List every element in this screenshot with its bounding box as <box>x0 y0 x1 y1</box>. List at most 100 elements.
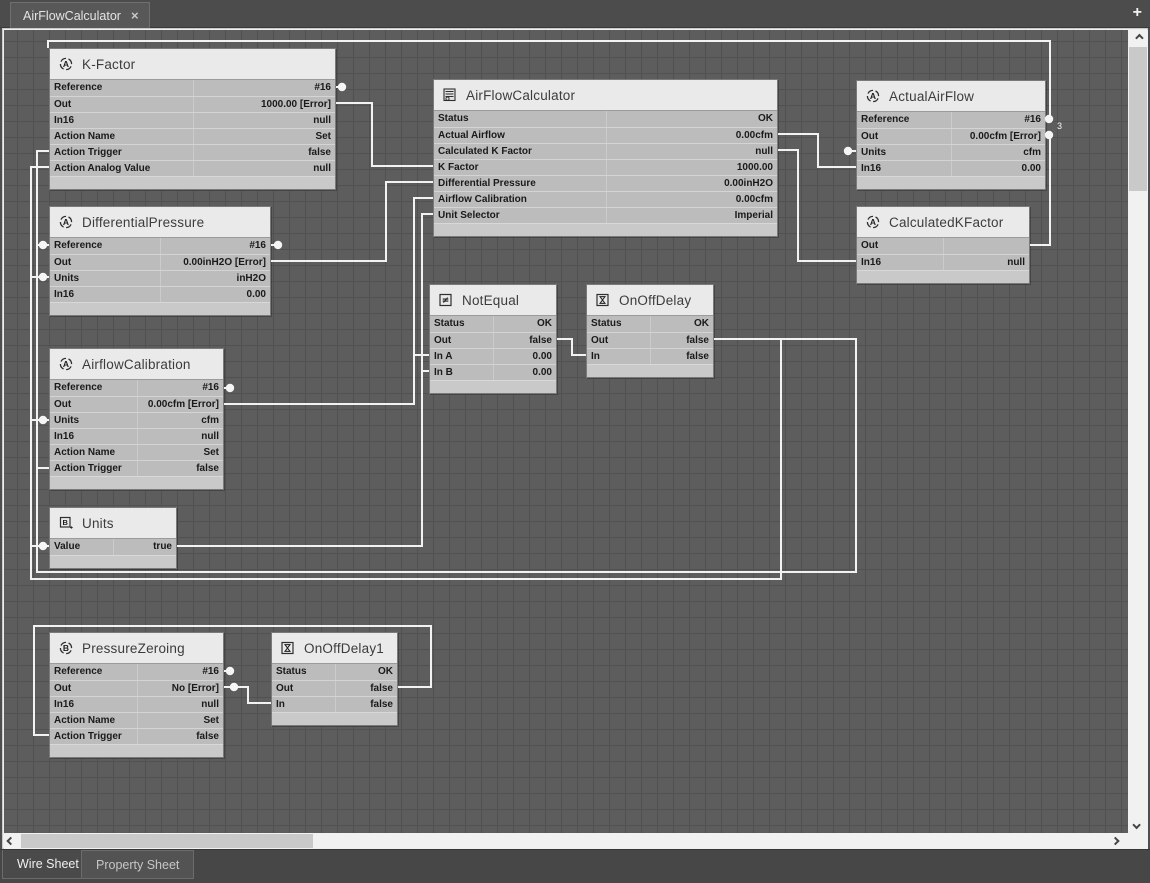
wiresheet-canvas[interactable]: AK-FactorReference#16Out1000.00 [Error]I… <box>4 30 1128 833</box>
scroll-left-button[interactable] <box>4 833 20 849</box>
block-row-airflow-calibration-out[interactable]: Out0.00cfm [Error] <box>50 396 223 412</box>
block-header-airflow-calibration[interactable]: AAirflowCalibration <box>50 349 223 380</box>
wiresheet-block-pressure-zeroing[interactable]: BPressureZeroingReference#16OutNo [Error… <box>49 632 224 758</box>
block-row-k-factor-reference[interactable]: Reference#16 <box>50 80 335 96</box>
wire-diffpressure-out-to-input[interactable] <box>271 182 433 261</box>
block-row-actual-air-flow-units[interactable]: Unitscfm <box>857 144 1045 160</box>
block-row-units-value[interactable]: Valuetrue <box>50 539 176 555</box>
block-row-actual-air-flow-out[interactable]: Out0.00cfm [Error] <box>857 128 1045 144</box>
block-row-on-off-delay1-out[interactable]: Outfalse <box>272 680 397 696</box>
block-row-pressure-zeroing-action-name[interactable]: Action NameSet <box>50 712 223 728</box>
vertical-scroll-thumb[interactable] <box>1129 47 1147 191</box>
row-name: Value <box>50 539 80 555</box>
vertical-scrollbar[interactable] <box>1128 30 1148 833</box>
row-value: OK <box>758 111 777 127</box>
block-row-differential-pressure-in16[interactable]: In160.00 <box>50 286 270 302</box>
chevron-up-icon <box>1135 34 1143 42</box>
horizontal-scroll-thumb[interactable] <box>21 834 313 848</box>
row-name: In16 <box>857 161 881 176</box>
block-row-k-factor-action-name[interactable]: Action NameSet <box>50 128 335 144</box>
block-row-not-equal-status[interactable]: StatusOK <box>430 316 556 332</box>
block-header-airflow-calculator[interactable]: AirFlowCalculator <box>434 80 777 111</box>
block-row-airflow-calculator-calculated-k-factor[interactable]: Calculated K Factornull <box>434 143 777 159</box>
block-row-airflow-calculator-actual-airflow[interactable]: Actual Airflow0.00cfm <box>434 127 777 143</box>
block-header-actual-air-flow[interactable]: AActualAirFlow <box>857 81 1045 112</box>
block-header-k-factor[interactable]: AK-Factor <box>50 49 335 80</box>
row-value: false <box>308 145 335 160</box>
block-header-calculated-k-factor[interactable]: ACalculatedKFactor <box>857 207 1029 238</box>
wire-kfactor-out-to-kfactor-input[interactable] <box>336 103 433 166</box>
wiresheet-block-airflow-calibration[interactable]: AAirflowCalibrationReference#16Out0.00cf… <box>49 348 224 490</box>
block-row-differential-pressure-reference[interactable]: Reference#16 <box>50 238 270 254</box>
block-row-pressure-zeroing-reference[interactable]: Reference#16 <box>50 664 223 680</box>
block-row-not-equal-in-b[interactable]: In B0.00 <box>430 364 556 380</box>
block-footer <box>587 364 713 377</box>
block-row-calculated-k-factor-in16[interactable]: In16null <box>857 254 1029 270</box>
block-row-airflow-calculator-status[interactable]: StatusOK <box>434 111 777 127</box>
row-value: null <box>201 697 223 712</box>
tab-property-sheet[interactable]: Property Sheet <box>81 850 194 879</box>
wiresheet-block-airflow-calculator[interactable]: AirFlowCalculatorStatusOKActual Airflow0… <box>433 79 778 237</box>
wire-pressurezeroing-out-to-onoffdelay1[interactable] <box>224 687 271 703</box>
block-footer <box>272 712 397 725</box>
block-row-airflow-calculator-airflow-calibration[interactable]: Airflow Calibration0.00cfm <box>434 191 777 207</box>
block-row-airflow-calibration-reference[interactable]: Reference#16 <box>50 380 223 396</box>
scroll-up-button[interactable] <box>1130 30 1146 46</box>
block-row-airflow-calculator-k-factor[interactable]: K Factor1000.00 <box>434 159 777 175</box>
scroll-down-button[interactable] <box>1130 817 1146 833</box>
block-row-k-factor-in16[interactable]: In16null <box>50 112 335 128</box>
row-value: null <box>755 144 777 159</box>
block-row-airflow-calibration-action-name[interactable]: Action NameSet <box>50 444 223 460</box>
wiresheet-block-calculated-k-factor[interactable]: ACalculatedKFactorOutIn16null <box>856 206 1030 284</box>
block-row-pressure-zeroing-in16[interactable]: In16null <box>50 696 223 712</box>
block-header-on-off-delay[interactable]: OnOffDelay <box>587 285 713 316</box>
block-row-airflow-calibration-action-trigger[interactable]: Action Triggerfalse <box>50 460 223 476</box>
block-header-pressure-zeroing[interactable]: BPressureZeroing <box>50 633 223 664</box>
block-row-not-equal-out[interactable]: Outfalse <box>430 332 556 348</box>
block-header-not-equal[interactable]: ≠NotEqual <box>430 285 556 316</box>
close-icon[interactable]: × <box>131 9 139 22</box>
wiresheet-block-on-off-delay1[interactable]: OnOffDelay1StatusOKOutfalseInfalse <box>271 632 398 726</box>
wiresheet-block-k-factor[interactable]: AK-FactorReference#16Out1000.00 [Error]I… <box>49 48 336 190</box>
wiresheet-block-units[interactable]: BUnitsValuetrue <box>49 507 177 569</box>
block-row-differential-pressure-out[interactable]: Out0.00inH2O [Error] <box>50 254 270 270</box>
scroll-right-button[interactable] <box>1106 833 1122 849</box>
wiresheet-block-actual-air-flow[interactable]: AActualAirFlowReference#16Out0.00cfm [Er… <box>856 80 1046 190</box>
block-row-k-factor-out[interactable]: Out1000.00 [Error] <box>50 96 335 112</box>
row-name: Out <box>857 129 878 144</box>
block-row-pressure-zeroing-out[interactable]: OutNo [Error] <box>50 680 223 696</box>
svg-text:A: A <box>63 359 69 369</box>
block-row-on-off-delay-out[interactable]: Outfalse <box>587 332 713 348</box>
block-row-k-factor-action-analog-value[interactable]: Action Analog Valuenull <box>50 160 335 176</box>
block-header-differential-pressure[interactable]: ADifferentialPressure <box>50 207 270 238</box>
block-row-on-off-delay1-status[interactable]: StatusOK <box>272 664 397 680</box>
add-tab-icon[interactable]: + <box>1133 5 1142 21</box>
row-value: 0.00 <box>533 349 556 364</box>
wire-notequal-out-to-onoffdelay-in[interactable] <box>557 339 586 355</box>
block-row-on-off-delay-status[interactable]: StatusOK <box>587 316 713 332</box>
block-header-units[interactable]: BUnits <box>50 508 176 539</box>
wiresheet-block-differential-pressure[interactable]: ADifferentialPressureReference#16Out0.00… <box>49 206 271 316</box>
block-row-airflow-calculator-unit-selector[interactable]: Unit SelectorImperial <box>434 207 777 223</box>
row-name: Units <box>857 145 886 160</box>
wiresheet-block-on-off-delay[interactable]: OnOffDelayStatusOKOutfalseInfalse <box>586 284 714 378</box>
block-row-on-off-delay-in[interactable]: Infalse <box>587 348 713 364</box>
wiresheet-block-not-equal[interactable]: ≠NotEqualStatusOKOutfalseIn A0.00In B0.0… <box>429 284 557 394</box>
block-row-not-equal-in-a[interactable]: In A0.00 <box>430 348 556 364</box>
delay-icon <box>280 640 296 656</box>
horizontal-scrollbar[interactable] <box>4 833 1128 849</box>
block-row-calculated-k-factor-out[interactable]: Out <box>857 238 1029 254</box>
block-row-airflow-calibration-in16[interactable]: In16null <box>50 428 223 444</box>
block-row-airflow-calibration-units[interactable]: Unitscfm <box>50 412 223 428</box>
block-row-k-factor-action-trigger[interactable]: Action Triggerfalse <box>50 144 335 160</box>
block-row-differential-pressure-units[interactable]: UnitsinH2O <box>50 270 270 286</box>
block-header-on-off-delay1[interactable]: OnOffDelay1 <box>272 633 397 664</box>
block-row-actual-air-flow-reference[interactable]: Reference#16 <box>857 112 1045 128</box>
block-row-airflow-calculator-differential-pressure[interactable]: Differential Pressure0.00inH2O <box>434 175 777 191</box>
block-row-pressure-zeroing-action-trigger[interactable]: Action Triggerfalse <box>50 728 223 744</box>
tab-airflowcalculator[interactable]: AirFlowCalculator × <box>10 2 150 28</box>
svg-text:A: A <box>870 217 876 227</box>
tab-property-sheet-label: Property Sheet <box>96 858 179 872</box>
block-row-on-off-delay1-in[interactable]: Infalse <box>272 696 397 712</box>
block-row-actual-air-flow-in16[interactable]: In160.00 <box>857 160 1045 176</box>
